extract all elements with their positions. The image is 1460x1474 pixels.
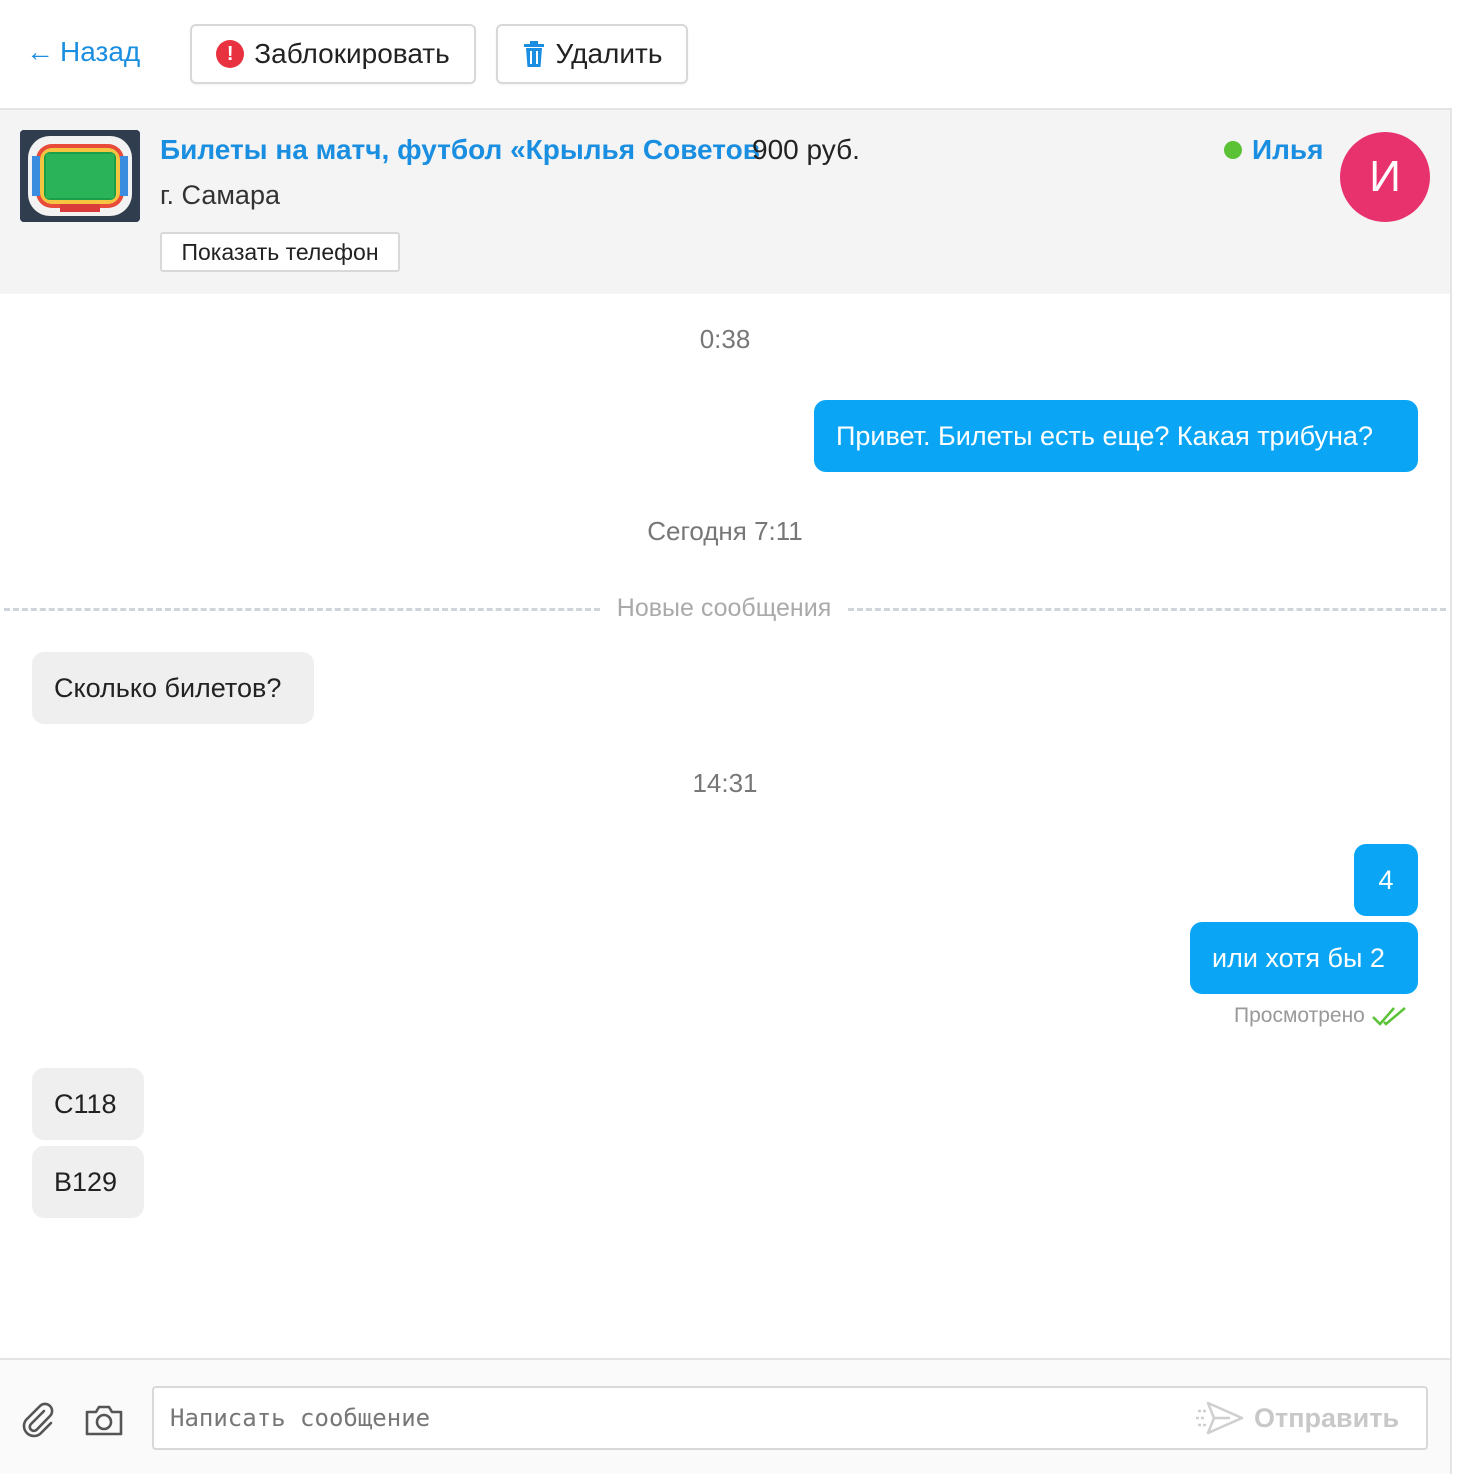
outgoing-message: Привет. Билеты есть еще? Какая трибуна? xyxy=(814,400,1418,472)
back-arrow-icon: ← xyxy=(26,36,54,67)
attach-button[interactable] xyxy=(18,1400,58,1440)
message-composer: Отправить xyxy=(0,1358,1450,1474)
alert-icon: ! xyxy=(216,40,245,68)
camera-button[interactable] xyxy=(84,1400,124,1440)
seen-status: Просмотрено xyxy=(1234,1004,1409,1028)
delete-button[interactable]: Удалить xyxy=(496,24,688,84)
incoming-message: В129 xyxy=(32,1146,144,1218)
listing-city: г. Самара xyxy=(160,180,280,210)
stadium-image xyxy=(20,130,140,222)
divider-line xyxy=(848,608,1446,611)
chat-panel: Билеты на матч, футбол «Крылья Советов 9… xyxy=(0,108,1452,1474)
message-timestamp: 0:38 xyxy=(699,324,751,354)
listing-header: Билеты на матч, футбол «Крылья Советов 9… xyxy=(0,110,1450,294)
back-link[interactable]: ← Назад xyxy=(26,36,140,68)
block-button[interactable]: ! Заблокировать xyxy=(190,24,476,84)
seen-label: Просмотрено xyxy=(1234,1004,1365,1027)
trash-icon xyxy=(523,41,544,67)
show-phone-button[interactable]: Показать телефон xyxy=(160,232,400,272)
listing-title-link[interactable]: Билеты на матч, футбол «Крылья Советов xyxy=(160,134,760,166)
new-messages-divider: Новые сообщения xyxy=(0,594,1450,624)
outgoing-message: или хотя бы 2 xyxy=(1190,922,1418,994)
message-timestamp: Сегодня 7:11 xyxy=(647,516,803,546)
back-link-label: Назад xyxy=(60,36,141,67)
incoming-message: С118 xyxy=(32,1068,144,1140)
camera-icon xyxy=(85,1405,123,1436)
toolbar: ← Назад ! Заблокировать Удалить xyxy=(0,0,1460,108)
block-button-label: Заблокировать xyxy=(254,38,450,69)
listing-thumbnail[interactable] xyxy=(20,130,140,222)
user-status[interactable]: Илья xyxy=(1224,134,1323,166)
double-check-icon xyxy=(1371,1007,1406,1026)
send-icon xyxy=(1196,1401,1244,1435)
outgoing-message: 4 xyxy=(1354,844,1418,916)
avatar[interactable]: И xyxy=(1340,132,1430,222)
user-name: Илья xyxy=(1252,134,1324,165)
delete-button-label: Удалить xyxy=(555,38,663,69)
send-button[interactable]: Отправить xyxy=(1196,1394,1399,1442)
online-dot-icon xyxy=(1224,141,1242,159)
listing-price: 900 руб. xyxy=(752,134,860,165)
divider-line xyxy=(4,608,600,611)
send-button-label: Отправить xyxy=(1254,1402,1400,1433)
paperclip-icon xyxy=(22,1402,54,1438)
message-timestamp: 14:31 xyxy=(692,768,758,798)
new-messages-label: Новые сообщения xyxy=(616,594,832,622)
incoming-message: Сколько билетов? xyxy=(32,652,314,724)
